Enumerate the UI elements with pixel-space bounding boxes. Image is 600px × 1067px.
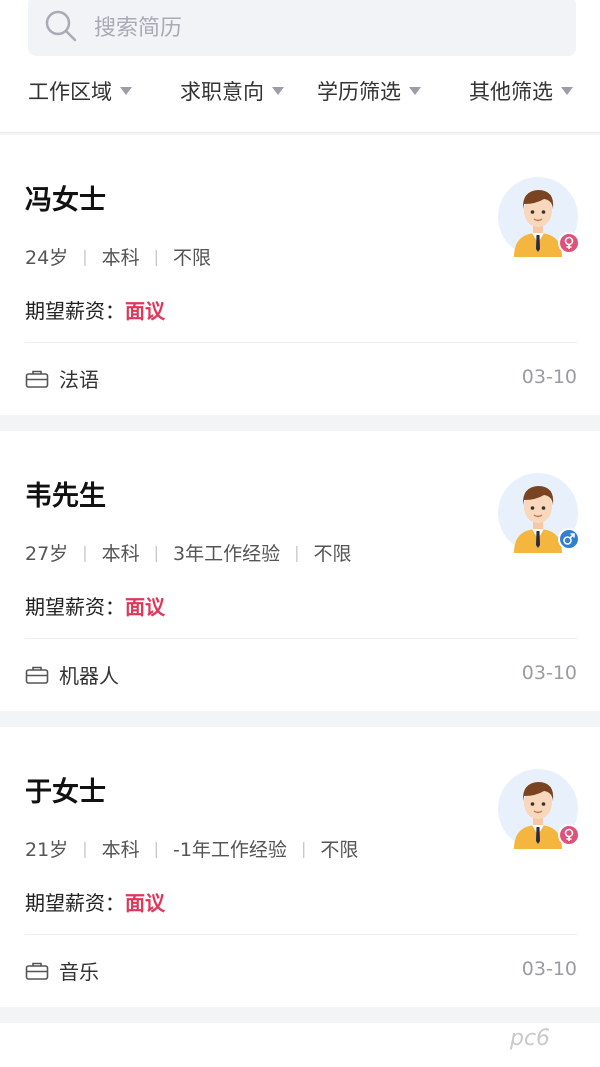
candidate-education: 本科 — [101, 543, 140, 565]
filter-bar: 工作区域 求职意向 学历筛选 其他筛选 — [0, 66, 600, 116]
candidate-experience: 3年工作经验 — [172, 543, 281, 565]
meta-separator: | — [82, 247, 88, 266]
male-icon — [558, 528, 580, 550]
candidate-age: 27岁 — [25, 543, 69, 565]
salary-label: 期望薪资： — [25, 891, 125, 915]
filter-label: 工作区域 — [28, 80, 112, 104]
job-label: 机器人 — [59, 664, 119, 688]
candidate-education: 本科 — [101, 247, 140, 269]
meta-separator: | — [82, 839, 88, 858]
candidate-extra: 不限 — [172, 247, 211, 269]
watermark: pc6 — [510, 1026, 551, 1051]
resume-card[interactable]: 韦先生 27岁 | 本科 | 3年工作经验 | 不限 期望薪资： 面议 机器人 … — [0, 431, 600, 711]
candidate-meta: 24岁 | 本科 | 不限 — [25, 243, 211, 270]
dropdown-arrow-icon — [272, 87, 284, 95]
filter-work-area[interactable]: 工作区域 — [28, 66, 132, 116]
filter-label: 求职意向 — [180, 80, 264, 104]
top-bar: 搜索简历 工作区域 求职意向 学历筛选 其他筛选 — [0, 0, 600, 133]
job-intent: 机器人 — [25, 660, 119, 689]
job-label: 法语 — [59, 368, 99, 392]
dropdown-arrow-icon — [120, 87, 132, 95]
card-divider — [25, 638, 578, 639]
card-divider — [25, 934, 578, 935]
briefcase-icon — [25, 666, 49, 684]
filter-job-intent[interactable]: 求职意向 — [180, 66, 284, 116]
salary-value: 面议 — [125, 595, 165, 619]
candidate-experience: -1年工作经验 — [172, 839, 287, 861]
expected-salary: 期望薪资： 面议 — [25, 591, 165, 620]
dropdown-arrow-icon — [561, 87, 573, 95]
card-divider — [25, 342, 578, 343]
filter-other[interactable]: 其他筛选 — [469, 66, 573, 116]
meta-separator: | — [82, 543, 88, 562]
expected-salary: 期望薪资： 面议 — [25, 887, 165, 916]
female-icon — [558, 232, 580, 254]
candidate-age: 21岁 — [25, 839, 69, 861]
job-intent: 法语 — [25, 364, 99, 393]
salary-value: 面议 — [125, 891, 165, 915]
candidate-name: 冯女士 — [25, 185, 106, 216]
briefcase-icon — [25, 962, 49, 980]
meta-separator: | — [294, 543, 300, 562]
meta-separator: | — [153, 247, 159, 266]
candidate-name: 韦先生 — [25, 481, 106, 512]
filter-label: 其他筛选 — [469, 80, 553, 104]
female-icon — [558, 824, 580, 846]
job-intent: 音乐 — [25, 956, 99, 985]
resume-card[interactable]: 冯女士 24岁 | 本科 | 不限 期望薪资： 面议 法语 03-10 — [0, 135, 600, 415]
candidate-meta: 21岁 | 本科 | -1年工作经验 | 不限 — [25, 835, 358, 862]
candidate-extra: 不限 — [313, 543, 352, 565]
salary-label: 期望薪资： — [25, 299, 125, 323]
filter-education[interactable]: 学历筛选 — [317, 66, 421, 116]
candidate-name: 于女士 — [25, 777, 106, 808]
filter-label: 学历筛选 — [317, 80, 401, 104]
candidate-age: 24岁 — [25, 247, 69, 269]
resume-card[interactable]: 于女士 21岁 | 本科 | -1年工作经验 | 不限 期望薪资： 面议 音乐 … — [0, 727, 600, 1007]
briefcase-icon — [25, 370, 49, 388]
job-label: 音乐 — [59, 960, 99, 984]
candidate-meta: 27岁 | 本科 | 3年工作经验 | 不限 — [25, 539, 351, 566]
search-input[interactable]: 搜索简历 — [28, 0, 576, 56]
post-date: 03-10 — [521, 366, 577, 388]
candidate-education: 本科 — [101, 839, 140, 861]
meta-separator: | — [153, 543, 159, 562]
search-placeholder: 搜索简历 — [94, 16, 183, 41]
post-date: 03-10 — [521, 662, 577, 684]
salary-value: 面议 — [125, 299, 165, 323]
post-date: 03-10 — [521, 958, 577, 980]
candidate-extra: 不限 — [320, 839, 359, 861]
dropdown-arrow-icon — [409, 87, 421, 95]
meta-separator: | — [300, 839, 307, 858]
meta-separator: | — [153, 839, 159, 858]
expected-salary: 期望薪资： 面议 — [25, 295, 165, 324]
search-icon — [45, 10, 77, 42]
salary-label: 期望薪资： — [25, 595, 125, 619]
